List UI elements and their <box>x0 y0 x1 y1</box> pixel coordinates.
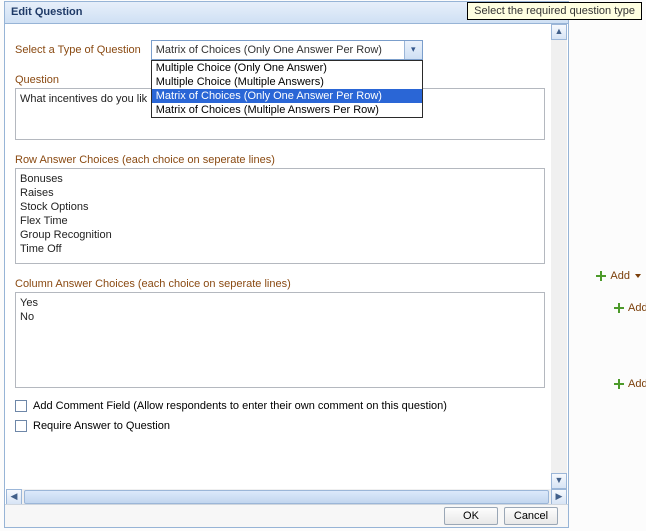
scroll-right-icon[interactable]: ▶ <box>551 489 567 505</box>
edit-question-dialog: Edit Question Select a Type of Question … <box>4 1 569 528</box>
side-add-label: Add <box>610 270 630 282</box>
vertical-scrollbar[interactable]: ▲ ▼ <box>551 24 567 489</box>
dialog-body: Select a Type of Question Matrix of Choi… <box>5 24 568 489</box>
dialog-footer: OK Cancel <box>5 504 568 527</box>
require-answer-checkbox[interactable] <box>15 420 27 432</box>
side-add-label: Add <box>628 378 646 390</box>
dialog-title: Edit Question <box>11 6 83 18</box>
cancel-button[interactable]: Cancel <box>504 507 558 525</box>
question-type-option[interactable]: Multiple Choice (Multiple Answers) <box>152 75 422 89</box>
side-add-link-3[interactable]: Add <box>614 378 646 390</box>
plus-icon <box>614 379 624 389</box>
plus-icon <box>596 271 606 281</box>
type-tooltip: Select the required question type <box>467 2 642 20</box>
question-type-option[interactable]: Matrix of Choices (Multiple Answers Per … <box>152 103 422 117</box>
question-type-select[interactable]: Matrix of Choices (Only One Answer Per R… <box>151 40 423 60</box>
col-choices-label: Column Answer Choices (each choice on se… <box>15 278 558 290</box>
question-type-selected: Matrix of Choices (Only One Answer Per R… <box>152 44 404 56</box>
question-type-option[interactable]: Multiple Choice (Only One Answer) <box>152 61 422 75</box>
add-comment-label: Add Comment Field (Allow respondents to … <box>33 400 447 412</box>
scroll-down-icon[interactable]: ▼ <box>551 473 567 489</box>
col-choices-textarea[interactable]: Yes No <box>15 292 545 388</box>
side-add-link-1[interactable]: Add <box>596 270 641 282</box>
row-choices-textarea[interactable]: Bonuses Raises Stock Options Flex Time G… <box>15 168 545 264</box>
row-choices-label: Row Answer Choices (each choice on seper… <box>15 154 558 166</box>
side-add-label: Add <box>628 302 646 314</box>
scroll-left-icon[interactable]: ◀ <box>6 489 22 505</box>
horizontal-scrollbar[interactable]: ◀ ▶ <box>6 489 567 505</box>
require-answer-label: Require Answer to Question <box>33 420 170 432</box>
plus-icon <box>614 303 624 313</box>
type-tooltip-text: Select the required question type <box>474 5 635 17</box>
add-comment-checkbox[interactable] <box>15 400 27 412</box>
chevron-down-icon <box>635 274 641 278</box>
scroll-thumb[interactable] <box>24 490 549 504</box>
side-add-link-2[interactable]: Add <box>614 302 646 314</box>
chevron-down-icon[interactable]: ▾ <box>404 41 422 59</box>
scroll-up-icon[interactable]: ▲ <box>551 24 567 40</box>
ok-button[interactable]: OK <box>444 507 498 525</box>
question-type-option[interactable]: Matrix of Choices (Only One Answer Per R… <box>152 89 422 103</box>
question-type-dropdown: Multiple Choice (Only One Answer) Multip… <box>151 60 423 118</box>
type-label: Select a Type of Question <box>15 44 141 56</box>
